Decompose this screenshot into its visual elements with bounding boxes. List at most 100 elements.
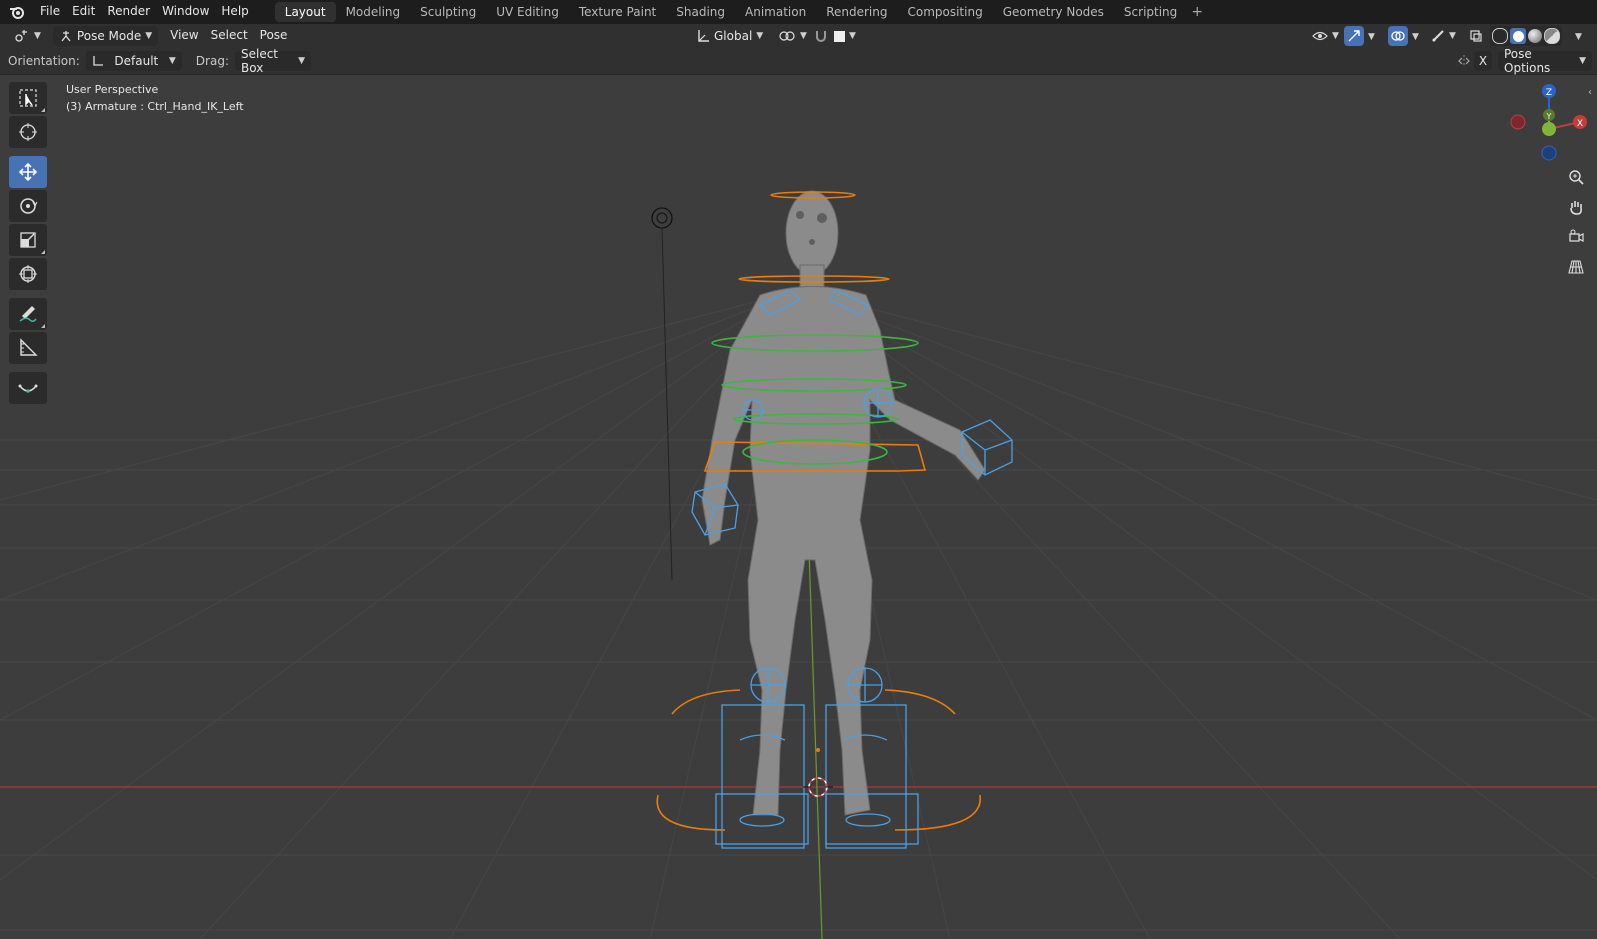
tab-modeling[interactable]: Modeling [336,2,411,22]
select-box-tool[interactable] [9,82,47,114]
overlay-chevron-icon[interactable]: ▼ [1412,32,1419,42]
top-bar: File Edit Render Window Help Layout Mode… [0,0,1597,24]
orientation-label: Global [714,29,753,43]
tab-shading[interactable]: Shading [666,2,735,22]
navigation-gizmo[interactable]: Z Y X [1500,79,1590,169]
transform-icon [19,265,37,283]
select-box-icon [19,89,37,107]
camera-icon [1569,229,1584,242]
gizmo-icon [1348,30,1360,42]
light-object [651,207,673,581]
gizmo-z-label: Z [1546,88,1552,98]
tab-animation[interactable]: Animation [735,2,816,22]
orientation-axes-icon [698,30,709,42]
menu-pose[interactable]: Pose [254,24,294,48]
add-workspace-button[interactable]: + [1187,4,1207,20]
rotate-tool[interactable] [9,190,47,222]
relax-icon [18,384,38,393]
annotate-tool[interactable] [9,298,47,330]
tab-uv-editing[interactable]: UV Editing [486,2,569,22]
relax-tool[interactable] [9,372,47,404]
tool-settings-bar: Orientation: Default ▼ Drag: Select Box … [0,47,1597,75]
shading-chevron-icon[interactable]: ▼ [1575,32,1582,42]
workspace-tabs: Layout Modeling Sculpting UV Editing Tex… [274,0,1208,24]
object-info: (3) Armature : Ctrl_Hand_IK_Left [66,100,244,113]
chevron-down-icon: ▼ [1579,56,1586,66]
transform-tool[interactable] [9,258,47,290]
snap-increment-icon [834,30,845,42]
grid-perspective-icon [1568,260,1584,274]
overlay-toggle[interactable] [1388,26,1408,46]
move-icon [18,162,38,182]
material-shading-icon[interactable] [1528,29,1542,43]
menu-file[interactable]: File [34,0,66,24]
transform-orientation-dropdown[interactable]: Global ▼ [690,26,769,46]
gizmo-chevron-icon[interactable]: ▼ [1368,32,1375,42]
mirror-toggle[interactable] [1454,51,1474,71]
3d-viewport[interactable]: User Perspective (3) Armature : Ctrl_Han… [0,75,1597,939]
cursor-tool[interactable] [9,116,47,148]
orientation-dropdown[interactable]: Default ▼ [85,51,182,71]
menu-help[interactable]: Help [215,0,254,24]
drag-label: Drag: [195,54,229,68]
orientation-label: Orientation: [8,54,80,68]
scale-tool[interactable] [9,224,47,256]
chevron-down-icon: ▼ [298,56,305,66]
tab-sculpting[interactable]: Sculpting [410,2,486,22]
tab-scripting[interactable]: Scripting [1114,2,1187,22]
editor-type-button[interactable]: ▼ [8,26,47,46]
zoom-button[interactable] [1564,165,1588,189]
move-tool[interactable] [9,156,47,188]
drag-dropdown[interactable]: Select Box ▼ [234,47,311,75]
measure-tool[interactable] [9,332,47,364]
blender-logo-icon[interactable] [0,0,34,24]
rendered-shading-icon[interactable] [1544,28,1560,44]
chevron-down-icon: ▼ [849,31,856,41]
hand-icon [1570,201,1582,215]
menu-select[interactable]: Select [205,24,254,48]
orientation-value: Default [114,54,159,68]
scale-icon [20,232,36,248]
snap-target-dropdown[interactable]: ▼ [828,26,862,46]
rotate-icon [20,198,38,214]
tab-rendering[interactable]: Rendering [816,2,897,22]
wireframe-shading-icon[interactable] [1492,28,1508,44]
tab-compositing[interactable]: Compositing [897,2,992,22]
chevron-down-icon: ▼ [1449,31,1456,41]
pivot-point-dropdown[interactable]: ▼ [772,26,813,46]
editor-type-icon [15,30,27,42]
chevron-down-icon: ▼ [1332,31,1339,41]
bone-icon [1432,30,1444,42]
xray-toggle[interactable] [1466,26,1486,46]
tab-layout[interactable]: Layout [274,2,336,22]
menu-window[interactable]: Window [156,0,215,24]
chevron-down-icon: ▼ [145,31,153,41]
annotate-icon [19,306,37,323]
tab-texture-paint[interactable]: Texture Paint [569,2,666,22]
menu-edit[interactable]: Edit [66,0,101,24]
pose-options-label: Pose Options [1504,47,1551,75]
view-name: User Perspective [66,83,159,96]
chevron-down-icon: ▼ [800,31,807,41]
mirror-x-toggle[interactable]: X [1474,51,1492,71]
gizmo-x-label: X [1577,119,1583,129]
orientation-axes-icon [93,56,103,66]
pan-button[interactable] [1564,195,1588,219]
bone-options-dropdown[interactable]: ▼ [1428,26,1459,46]
visibility-dropdown[interactable]: ▼ [1306,26,1345,46]
mode-selector[interactable]: Pose Mode ▼ [52,26,159,46]
magnet-icon [816,31,826,42]
shading-modes [1490,26,1562,46]
pose-options-dropdown[interactable]: Pose Options ▼ [1498,47,1592,75]
camera-view-button[interactable] [1564,225,1588,249]
viewport-scene [0,190,1597,939]
tab-geometry-nodes[interactable]: Geometry Nodes [993,2,1114,22]
menu-view[interactable]: View [164,24,204,48]
menu-render[interactable]: Render [101,0,156,24]
chevron-down-icon: ▼ [168,56,176,66]
sidebar-toggle-icon[interactable]: ‹ [1588,87,1592,98]
perspective-toggle-button[interactable] [1564,255,1588,279]
origin-point [816,748,820,752]
gizmo-toggle[interactable] [1344,26,1364,46]
solid-shading-icon[interactable] [1510,28,1526,44]
